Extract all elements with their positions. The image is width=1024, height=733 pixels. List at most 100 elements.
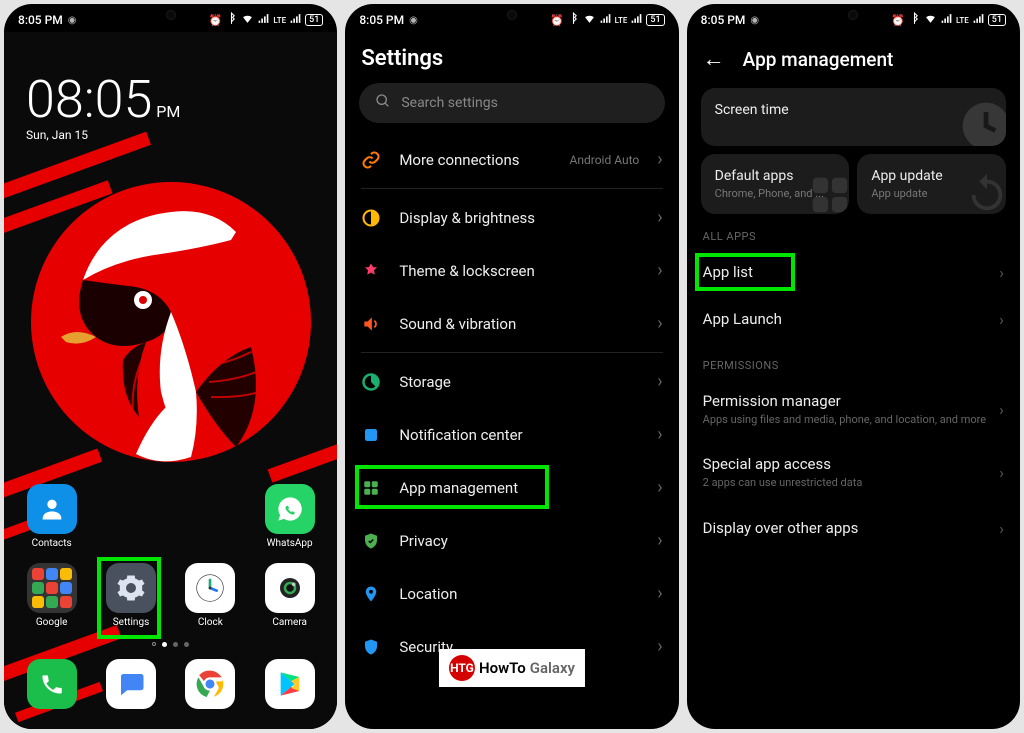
page-title: Settings [345,32,678,83]
item-display-over-apps[interactable]: Display over other apps › [687,505,1020,552]
signal-icon-2 [972,12,985,28]
phone-icon [27,659,77,709]
dock-play-store[interactable] [254,659,326,713]
watermark-logo: HTG HowToGalaxy [439,649,585,687]
status-time: 8:05 PM [701,13,746,27]
chevron-right-icon: › [999,310,1004,329]
app-contacts[interactable]: Contacts [16,484,88,549]
apps-icon [361,478,381,498]
clock-ampm: PM [156,102,180,121]
phone-settings-screen: 8:05 PM ◉ ⏰ LTE 51 Settings Search setti… [345,4,678,729]
chevron-right-icon: › [999,263,1004,282]
back-header: ← App management [687,32,1020,88]
item-more-connections[interactable]: More connections Android Auto › [345,133,678,186]
battery-indicator: 51 [305,14,323,26]
status-screenshot-icon: ◉ [409,15,418,26]
lte-icon: LTE [273,16,286,25]
clock-bg-icon [958,98,1006,146]
card-screen-time[interactable]: Screen time [701,88,1006,146]
clock-time: 08:05 [26,69,152,130]
whatsapp-icon [265,484,315,534]
battery-indicator: 51 [646,14,664,26]
back-button[interactable]: ← [703,46,725,72]
dock-messages[interactable] [95,659,167,713]
page-indicator [4,642,337,647]
chevron-right-icon: › [657,424,662,445]
alarm-icon: ⏰ [891,14,905,27]
chevron-right-icon: › [657,371,662,392]
search-input[interactable]: Search settings [359,83,664,123]
bluetooth-icon [225,12,238,28]
phone-app-management-screen: 8:05 PM ◉ ⏰ LTE 51 ← App management Scre… [687,4,1020,729]
apps-bg-icon [807,172,849,214]
item-sound[interactable]: Sound & vibration › [345,297,678,350]
home-screen-content[interactable]: 08:05 PM Sun, Jan 15 Contacts [4,32,337,729]
sound-icon [361,314,381,334]
wifi-icon [924,12,937,28]
lte-icon: LTE [615,16,628,25]
bluetooth-icon [908,12,921,28]
status-time: 8:05 PM [18,13,63,27]
signal-icon-2 [289,12,302,28]
page-title: App management [743,48,894,71]
signal-icon-2 [630,12,643,28]
battery-indicator: 51 [988,14,1006,26]
app-whatsapp[interactable]: WhatsApp [254,484,326,549]
chevron-right-icon: › [999,400,1004,419]
logo-badge: HTG [449,655,475,681]
item-privacy[interactable]: Privacy › [345,514,678,567]
messages-icon [106,659,156,709]
settings-list: More connections Android Auto › Display … [345,133,678,729]
bluetooth-icon [567,12,580,28]
item-display[interactable]: Display & brightness › [345,191,678,244]
dock-chrome[interactable] [174,659,246,713]
phone-home-screen: 8:05 PM ◉ ⏰ LTE 51 [4,4,337,729]
dock-phone[interactable] [16,659,88,713]
item-special-access[interactable]: Special app access 2 apps can use unrest… [687,441,1020,504]
status-icons: ⏰ LTE 51 [891,12,1006,28]
notification-icon [361,425,381,445]
link-icon [361,150,381,170]
play-store-icon [265,659,315,709]
folder-icon [27,563,77,613]
item-app-management[interactable]: App management › [345,461,678,514]
item-location[interactable]: Location › [345,567,678,620]
chevron-right-icon: › [657,636,662,657]
item-app-list[interactable]: App list › [687,249,1020,296]
camera-notch [166,10,176,20]
wifi-icon [241,12,254,28]
card-grid: Screen time Default apps Chrome, Phone, … [687,88,1020,214]
item-app-launch[interactable]: App Launch › [687,296,1020,343]
status-screenshot-icon: ◉ [750,15,759,26]
wallpaper-eagle [41,192,301,472]
app-clock[interactable]: Clock [174,563,246,628]
card-default-apps[interactable]: Default apps Chrome, Phone, and ... [701,154,850,214]
theme-icon [361,261,381,281]
camera-notch [507,10,517,20]
status-screenshot-icon: ◉ [68,15,77,26]
location-icon [361,584,381,604]
signal-icon [257,12,270,28]
lte-icon: LTE [956,16,969,25]
item-storage[interactable]: Storage › [345,355,678,408]
update-bg-icon [964,172,1006,214]
settings-icon [106,563,156,613]
item-theme[interactable]: Theme & lockscreen › [345,244,678,297]
brightness-icon [361,208,381,228]
storage-icon [361,372,381,392]
contacts-icon [27,484,77,534]
chevron-right-icon: › [657,530,662,551]
status-time: 8:05 PM [359,13,404,27]
camera-notch [848,10,858,20]
item-permission-manager[interactable]: Permission manager Apps using files and … [687,378,1020,441]
chevron-right-icon: › [657,313,662,334]
privacy-icon [361,531,381,551]
app-camera[interactable]: Camera [254,563,326,628]
chrome-icon [185,659,235,709]
card-app-update[interactable]: App update App update [857,154,1006,214]
app-folder-google[interactable]: Google [16,563,88,628]
alarm-icon: ⏰ [209,14,223,27]
app-settings[interactable]: Settings [95,563,167,628]
item-notification[interactable]: Notification center › [345,408,678,461]
clock-widget[interactable]: 08:05 PM Sun, Jan 15 [26,74,180,142]
